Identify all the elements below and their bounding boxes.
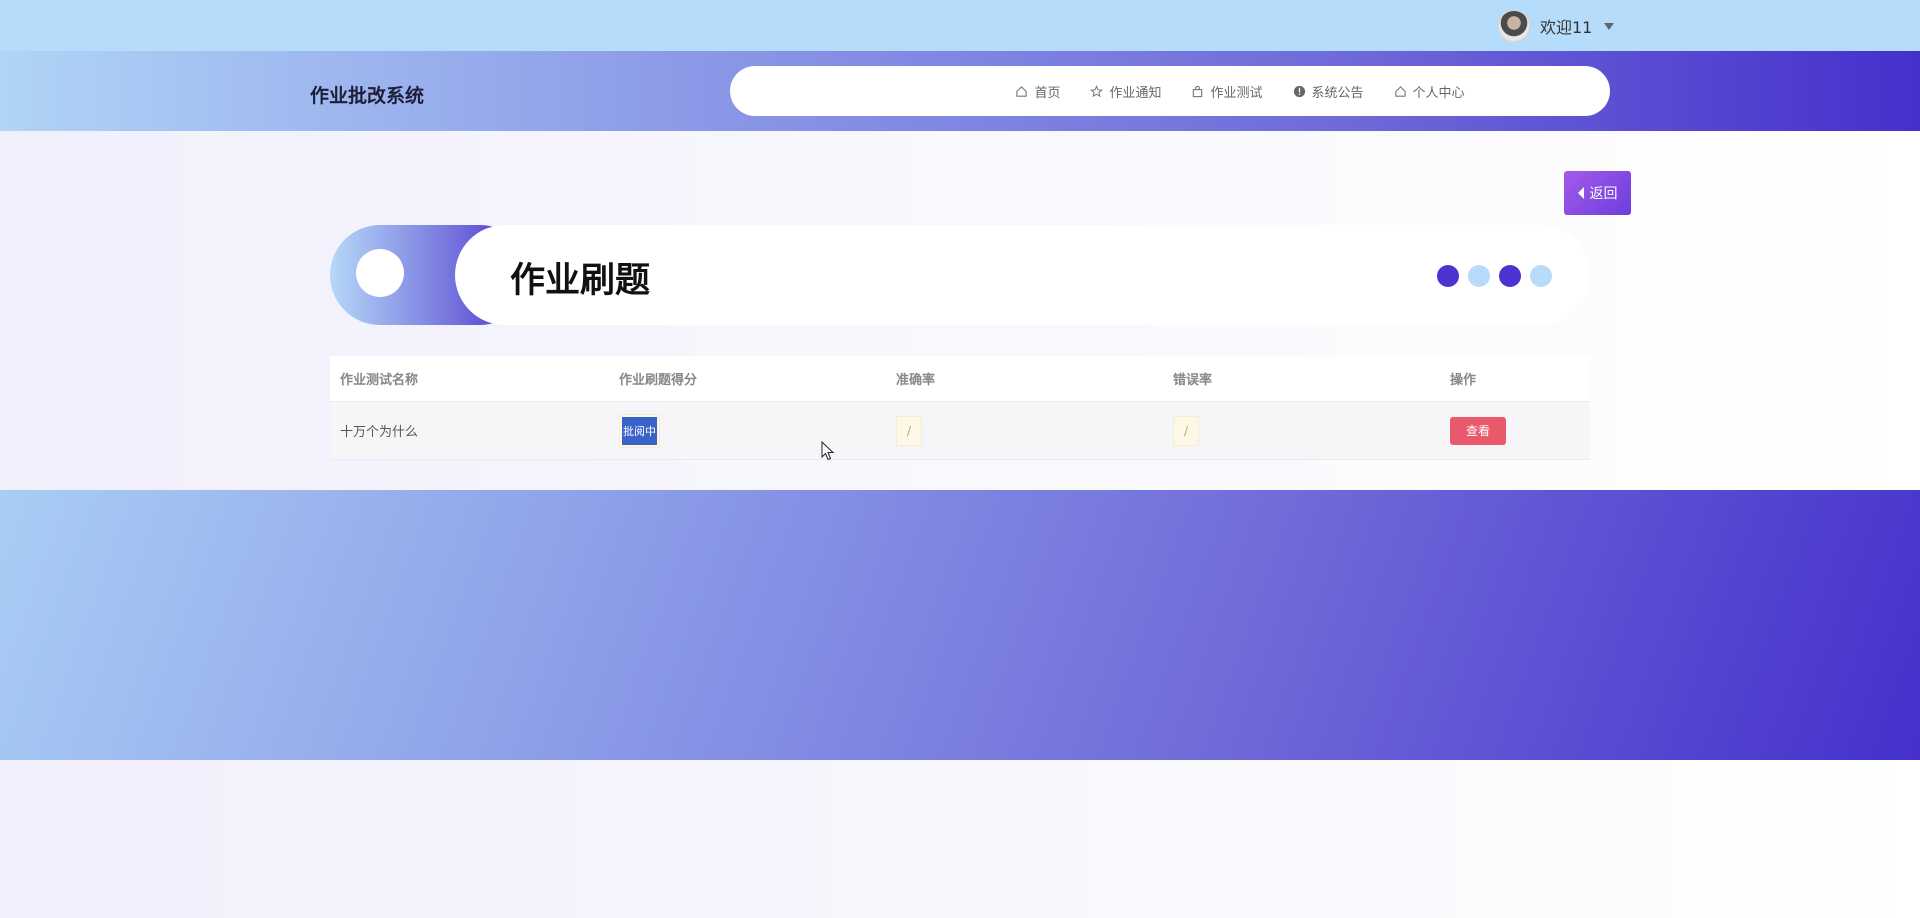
info-icon bbox=[1293, 85, 1305, 97]
results-table: 作业测试名称 作业刷题得分 准确率 错误率 操作 十万个为什么 批阅中 / / … bbox=[330, 356, 1590, 460]
page-banner: 作业刷题 bbox=[330, 225, 1590, 325]
action-cell: 查看 bbox=[1440, 402, 1590, 459]
accuracy-badge: / bbox=[896, 415, 922, 446]
nav-label: 作业测试 bbox=[1210, 85, 1263, 101]
banner-card: 作业刷题 bbox=[455, 225, 1590, 325]
column-header: 错误率 bbox=[1173, 373, 1213, 388]
nav-item-home[interactable]: 首页 bbox=[1015, 82, 1060, 101]
header: 作业批改系统 首页 作业通知 作业测试 系统公告 个人中心 bbox=[0, 51, 1920, 131]
caret-left-icon bbox=[1577, 187, 1584, 199]
column-header: 准确率 bbox=[896, 373, 936, 388]
banner-circle bbox=[356, 249, 404, 297]
home-icon bbox=[1394, 85, 1406, 97]
view-button[interactable]: 查看 bbox=[1450, 416, 1506, 445]
mouse-cursor-icon bbox=[821, 441, 835, 461]
nav-item-notice[interactable]: 作业通知 bbox=[1090, 82, 1161, 101]
bag-icon bbox=[1193, 85, 1203, 97]
page-title: 作业刷题 bbox=[510, 261, 651, 301]
brand-title: 作业批改系统 bbox=[310, 85, 425, 107]
status-badge: 批阅中 bbox=[619, 413, 660, 448]
column-header: 作业刷题得分 bbox=[619, 373, 698, 388]
decor-dot bbox=[1437, 265, 1459, 287]
top-bar: 欢迎11 bbox=[0, 0, 1920, 51]
avatar[interactable] bbox=[1498, 10, 1530, 42]
user-menu[interactable]: 欢迎11 bbox=[1498, 9, 1615, 43]
nav-item-test[interactable]: 作业测试 bbox=[1191, 82, 1263, 101]
nav-label: 首页 bbox=[1034, 85, 1061, 101]
nav-item-profile[interactable]: 个人中心 bbox=[1394, 82, 1465, 101]
decor-dot bbox=[1499, 265, 1521, 287]
error-rate-cell: / bbox=[1163, 402, 1440, 459]
score-cell: 批阅中 bbox=[609, 402, 886, 459]
nav-label: 作业通知 bbox=[1109, 85, 1162, 101]
decor-dot bbox=[1530, 265, 1552, 287]
test-name-cell: 十万个为什么 bbox=[340, 425, 419, 440]
caret-down-icon[interactable] bbox=[1604, 22, 1615, 30]
decor-dots bbox=[1437, 265, 1552, 287]
column-header: 操作 bbox=[1450, 373, 1477, 388]
star-icon bbox=[1090, 84, 1104, 97]
nav-item-announcement[interactable]: 系统公告 bbox=[1293, 82, 1364, 101]
accuracy-cell: / bbox=[886, 402, 1163, 459]
nav-label: 个人中心 bbox=[1412, 85, 1465, 101]
table-row: 十万个为什么 批阅中 / / 查看 bbox=[330, 402, 1590, 460]
welcome-text[interactable]: 欢迎11 bbox=[1540, 14, 1592, 38]
main-nav: 首页 作业通知 作业测试 系统公告 个人中心 bbox=[730, 66, 1610, 116]
error-rate-badge: / bbox=[1173, 415, 1199, 446]
back-button[interactable]: 返回 bbox=[1564, 171, 1631, 215]
nav-label: 系统公告 bbox=[1311, 85, 1364, 101]
column-header: 作业测试名称 bbox=[340, 373, 419, 388]
table-header: 作业测试名称 作业刷题得分 准确率 错误率 操作 bbox=[330, 356, 1590, 402]
home-icon bbox=[1016, 85, 1028, 97]
decor-dot bbox=[1468, 265, 1490, 287]
back-label: 返回 bbox=[1589, 186, 1618, 202]
status-text: 批阅中 bbox=[622, 416, 657, 445]
footer-band bbox=[0, 490, 1920, 760]
